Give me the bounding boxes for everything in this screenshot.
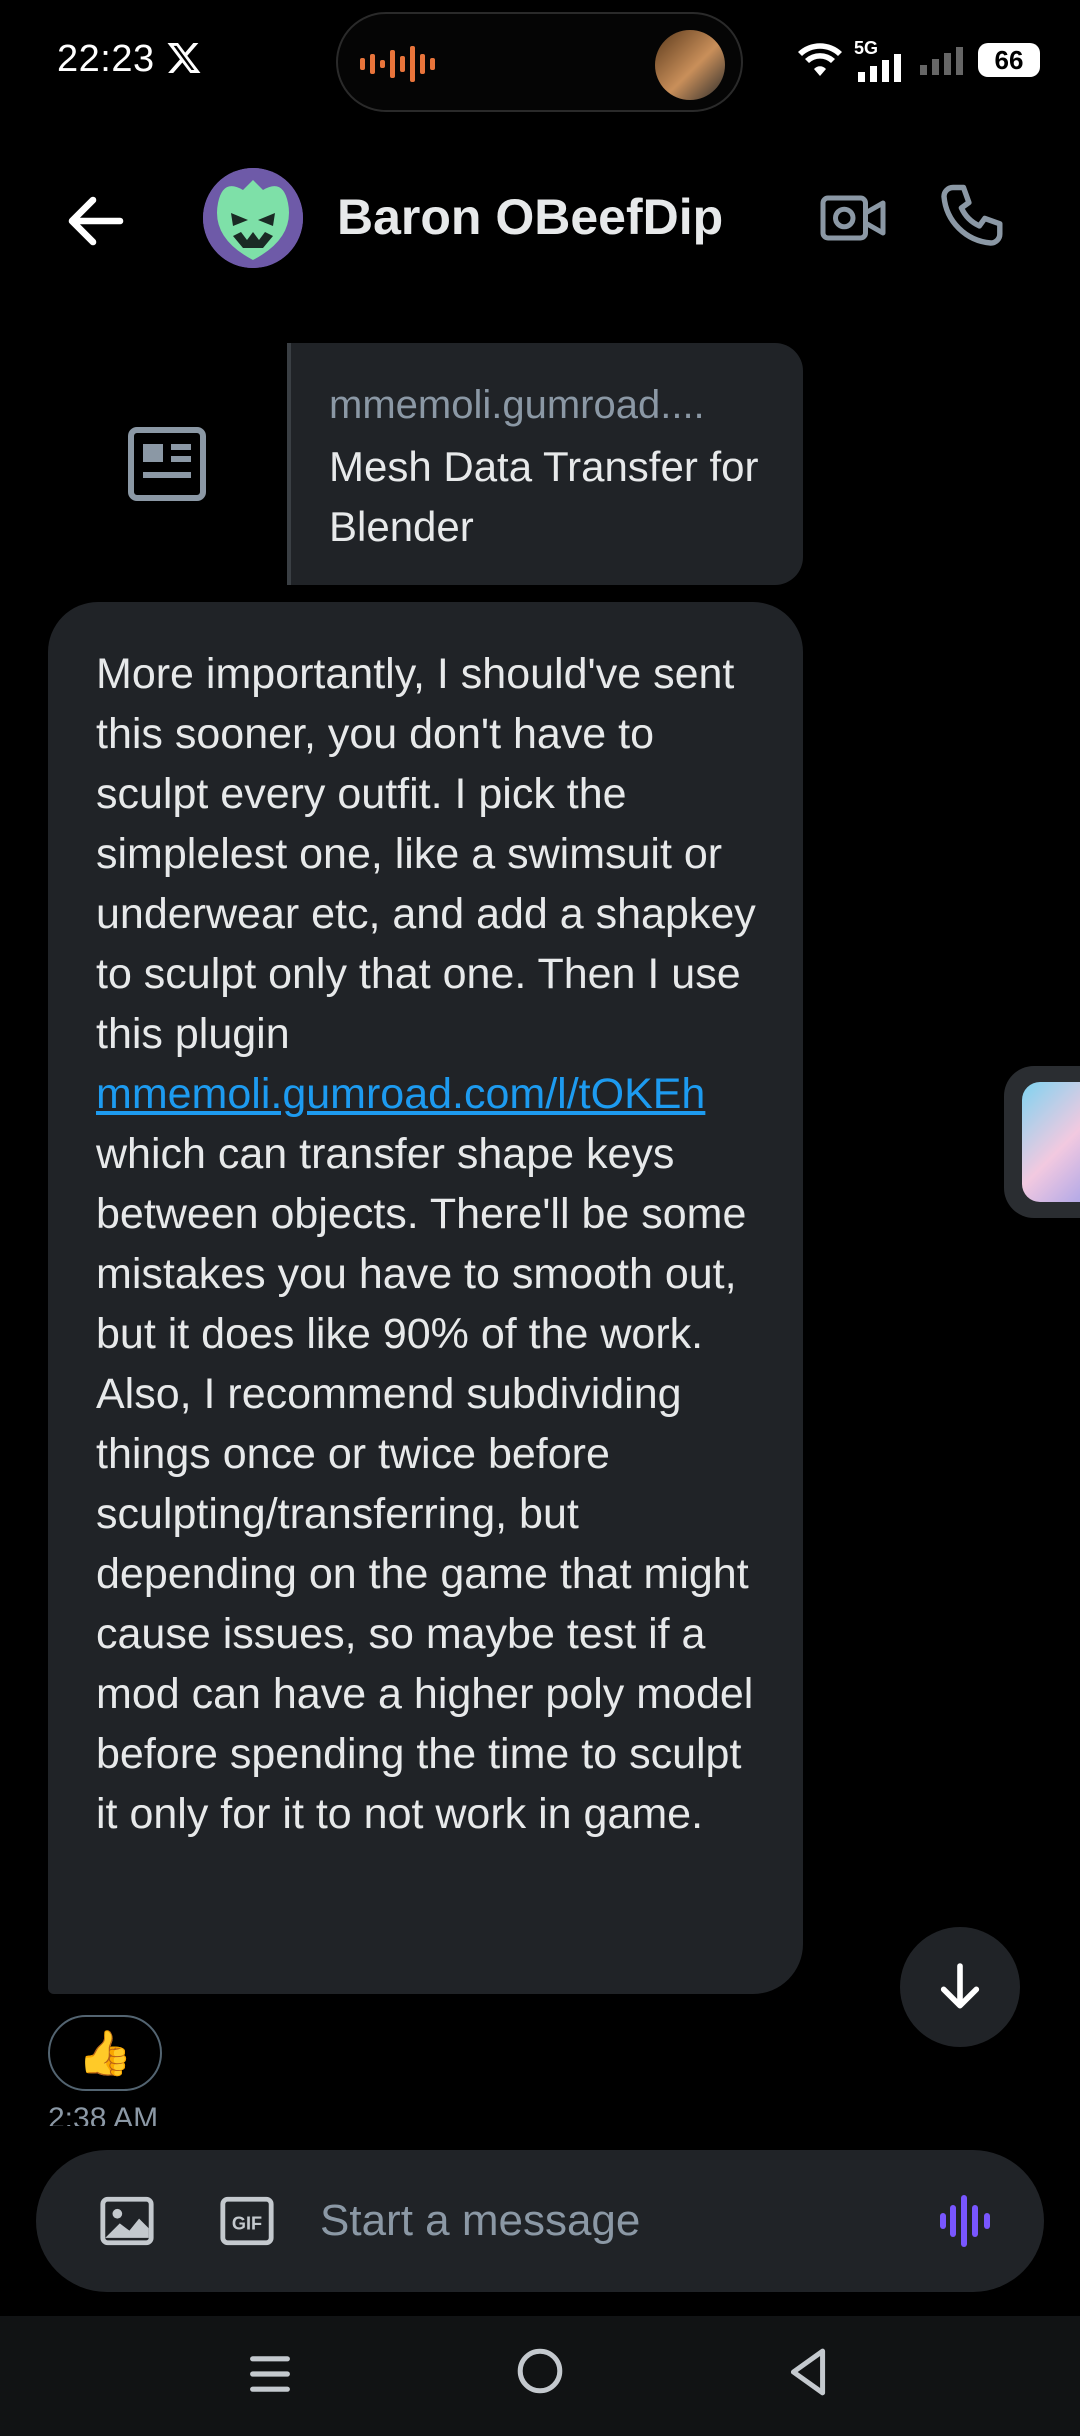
conversation-header: Baron OBeefDip [0,150,1080,280]
x-logo-icon [167,43,201,73]
video-camera-icon[interactable] [818,188,888,248]
status-bar: 22:23 5G 66 [0,0,1080,120]
message-bubble[interactable]: More importantly, I should've sent this … [48,602,803,1994]
reaction-badge[interactable]: 👍 [48,2015,162,2091]
system-nav-bar [0,2316,1080,2436]
signal-icon [920,47,963,75]
message-text-part: More importantly, I should've sent this … [96,650,756,1058]
phone-icon[interactable] [935,180,1007,252]
dynamic-island[interactable] [336,12,743,112]
gif-icon[interactable]: GIF [218,2192,276,2250]
message-text-part: which can transfer shape keys between ob… [96,1130,754,1838]
home-icon[interactable] [515,2346,565,2396]
battery-indicator: 66 [978,43,1040,77]
message-composer: GIF [36,2150,1044,2292]
recents-icon[interactable] [244,2348,296,2400]
voice-wave-icon[interactable] [936,2190,996,2252]
scroll-to-bottom-button[interactable] [900,1927,1020,2047]
message-text: More importantly, I should've sent this … [96,644,757,1844]
status-indicators: 5G 66 [796,36,1040,84]
message-link[interactable]: mmemoli.gumroad.com/l/tOKEh [96,1070,705,1118]
link-title: Mesh Data Transfer for Blender [329,443,759,550]
article-icon [128,427,206,501]
link-domain: mmemoli.gumroad.... [329,383,705,427]
back-arrow-icon[interactable] [60,185,132,257]
contact-name[interactable]: Baron OBeefDip [337,188,723,246]
floating-chat-head[interactable] [1004,1066,1080,1218]
wifi-icon [798,43,842,76]
link-preview-card[interactable]: mmemoli.gumroad.... Mesh Data Transfer f… [287,343,803,585]
arrow-down-icon [940,1963,980,2009]
image-icon[interactable] [98,2192,156,2250]
floating-chat-avatar [1022,1082,1080,1202]
system-back-icon[interactable] [783,2344,833,2400]
status-time: 22:23 [57,38,155,80]
audio-wave-icon [360,46,435,82]
media-thumbnail [655,30,725,100]
svg-text:GIF: GIF [232,2213,262,2233]
contact-avatar[interactable] [203,168,303,268]
message-timestamp: 2:38 AM [48,2102,159,2126]
signal-5g-icon: 5G [854,38,906,82]
message-input[interactable] [320,2150,920,2292]
